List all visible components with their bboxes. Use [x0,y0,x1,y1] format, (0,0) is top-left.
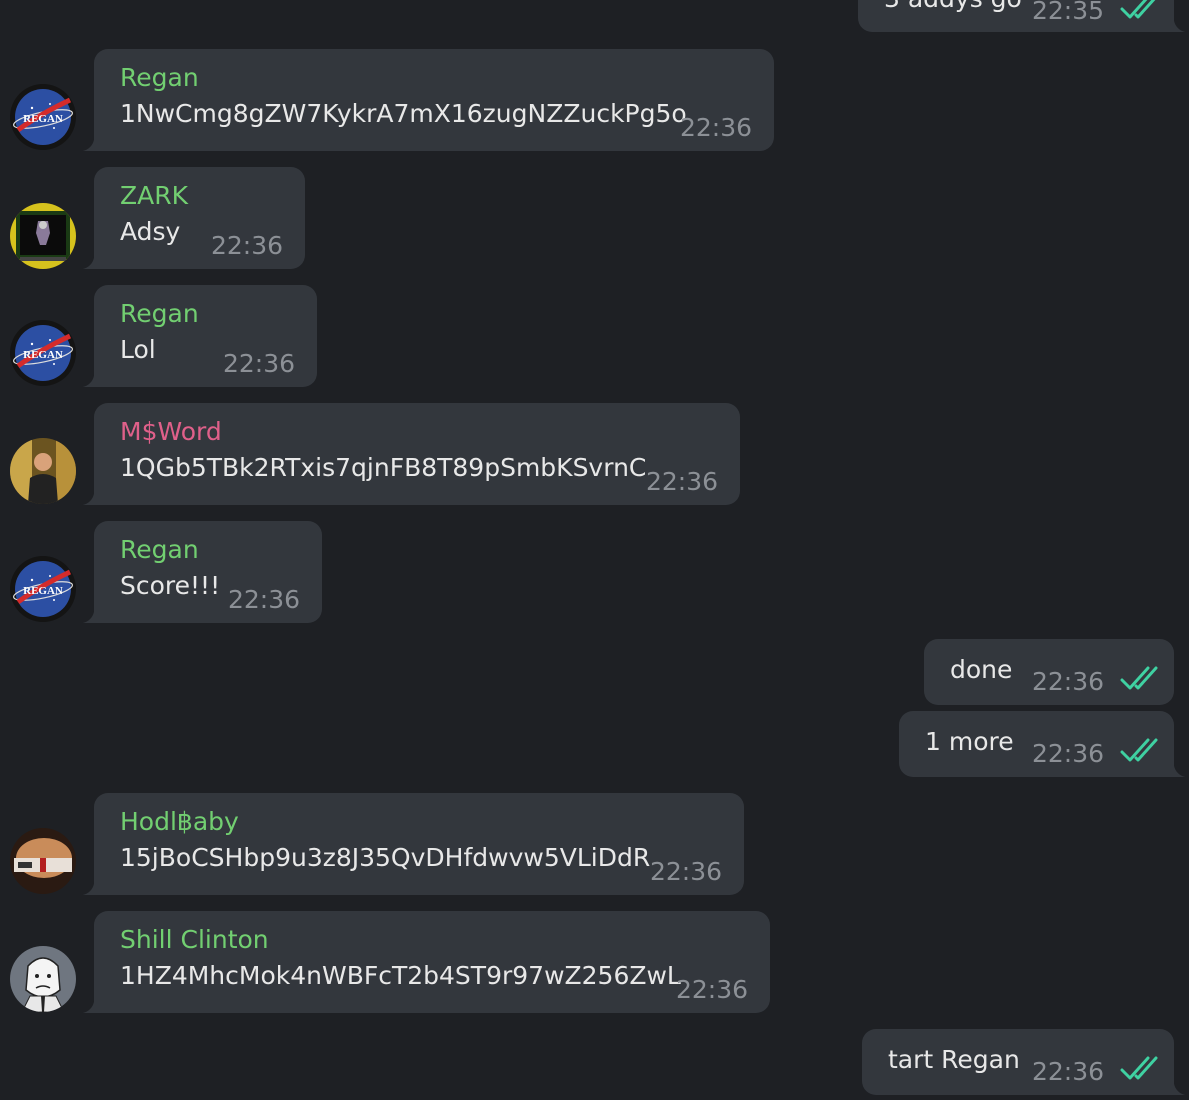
svg-text:REGAN: REGAN [23,585,63,597]
sender-name[interactable]: ZARK [120,181,188,211]
incoming-message[interactable]: Regan Score!!! 22:36 [80,521,322,623]
message-time: 22:36 [222,349,295,378]
message-time: 22:36 [675,975,748,1004]
svg-text:REGAN: REGAN [23,113,63,125]
sender-name[interactable]: Regan [120,63,199,93]
outgoing-message[interactable]: 3 addys go 22:35 [858,0,1188,32]
outgoing-message[interactable]: 1 more 22:36 [899,711,1188,777]
message-time: 22:36 [227,585,300,614]
incoming-message[interactable]: Regan 1NwCmg8gZW7KykrA7mX16zugNZZuckPg5o… [80,49,774,151]
sender-name[interactable]: Regan [120,299,199,329]
regan-nasa-avatar[interactable]: REGAN [10,556,76,622]
sender-name[interactable]: Regan [120,535,199,565]
message-text: 1QGb5TBk2RTxis7qjnFB8T89pSmbKSvrnC [120,453,647,482]
message-time: 22:36 [679,113,752,142]
hodlbaby-avatar[interactable] [10,828,76,894]
read-double-check-icon [1120,1056,1158,1080]
message-time: 22:36 [649,857,722,886]
incoming-message[interactable]: Shill Clinton 1HZ4MhcMok4nWBFcT2b4ST9r97… [80,911,770,1013]
message-text: done [950,655,1013,684]
incoming-message[interactable]: M$Word 1QGb5TBk2RTxis7qjnFB8T89pSmbKSvrn… [80,403,740,505]
incoming-message[interactable]: Hodl฿aby 15jBoCSHbp9u3z8J35QvDHfdwvw5VLi… [80,793,744,895]
outgoing-message[interactable]: done 22:36 [924,639,1174,705]
sender-name[interactable]: Shill Clinton [120,925,269,955]
regan-nasa-avatar[interactable]: REGAN [10,84,76,150]
regan-nasa-avatar[interactable]: REGAN [10,320,76,386]
outgoing-message[interactable]: tart Regan 22:36 [862,1029,1188,1095]
wojak-avatar[interactable] [10,946,76,1012]
incoming-message[interactable]: ZARK Adsy 22:36 [80,167,305,269]
message-text: Score!!! [120,571,221,600]
message-text: tart Regan [888,1045,1020,1074]
message-text: Adsy [120,217,181,246]
message-time: 22:36 [210,231,283,260]
read-double-check-icon [1120,666,1158,690]
message-text: 1HZ4MhcMok4nWBFcT2b4ST9r97wZ256ZwL [120,961,681,990]
message-time: 22:36 [1031,667,1104,696]
message-text: 15jBoCSHbp9u3z8J35QvDHfdwvw5VLiDdR [120,843,651,872]
message-text: 3 addys go [884,0,1022,14]
message-time: 22:36 [645,467,718,496]
message-time: 22:36 [1031,739,1104,768]
message-text: 1NwCmg8gZW7KykrA7mX16zugNZZuckPg5o [120,99,687,128]
message-text: Lol [120,335,156,364]
read-double-check-icon [1120,0,1158,19]
sender-name[interactable]: Hodl฿aby [120,807,239,837]
svg-text:REGAN: REGAN [23,349,63,361]
message-text: 1 more [925,727,1014,756]
message-time: 22:36 [1031,1057,1104,1086]
msword-avatar[interactable] [10,438,76,504]
incoming-message[interactable]: Regan Lol 22:36 [80,285,317,387]
sender-name[interactable]: M$Word [120,417,222,447]
zark-avatar[interactable] [10,203,76,269]
message-time: 22:35 [1031,0,1104,25]
read-double-check-icon [1120,738,1158,762]
